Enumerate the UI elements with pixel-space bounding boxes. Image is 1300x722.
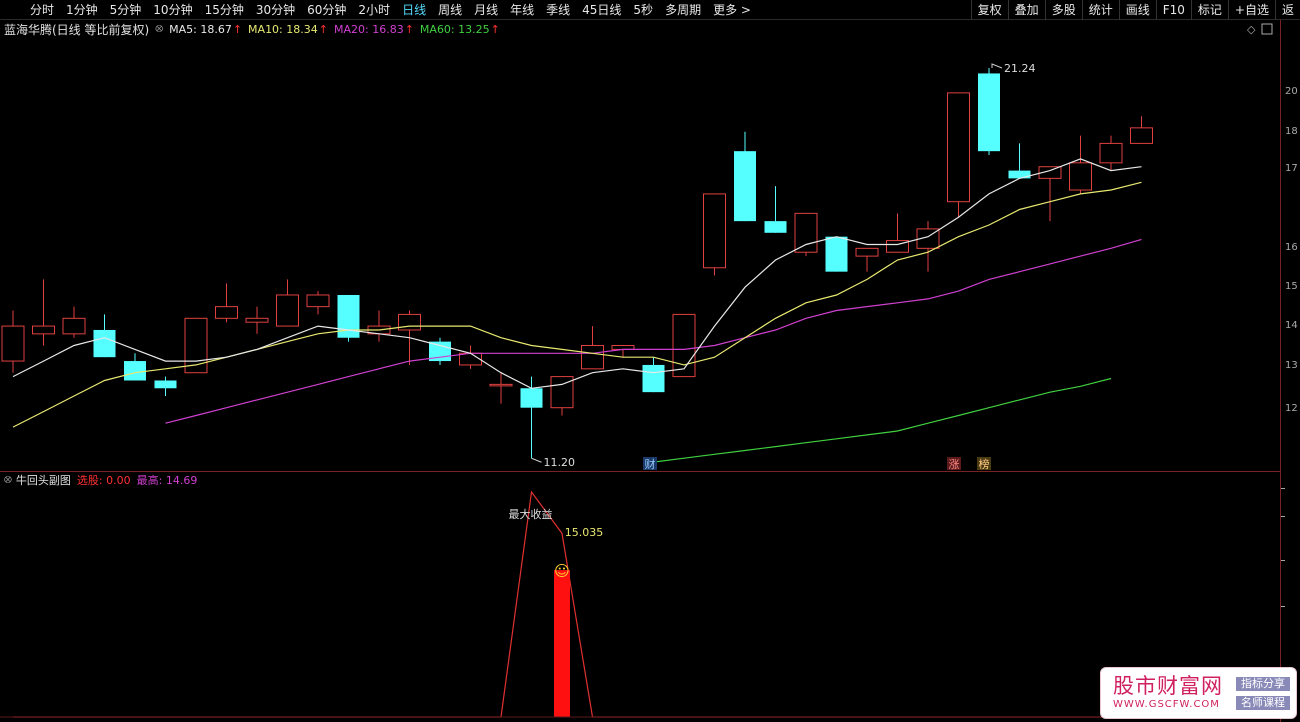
candle-body bbox=[154, 380, 177, 389]
toolbar-button[interactable]: 返 bbox=[1274, 0, 1300, 20]
candle-body bbox=[1130, 127, 1153, 144]
period-tab[interactable]: 10分钟 bbox=[147, 0, 198, 20]
candle-body bbox=[93, 329, 116, 358]
period-tab[interactable]: 季线 bbox=[540, 0, 576, 20]
candle-body bbox=[1069, 162, 1092, 191]
axis-tick-label: 14 bbox=[1285, 320, 1298, 331]
event-marker[interactable]: 财 bbox=[645, 457, 656, 471]
watermark-tag-courses: 名师课程 bbox=[1236, 696, 1290, 710]
toolbar-button[interactable]: 复权 bbox=[970, 0, 1008, 20]
period-tab[interactable]: 年线 bbox=[504, 0, 540, 20]
axis-tick-label: 13 bbox=[1285, 360, 1298, 371]
signal-bar bbox=[554, 570, 570, 717]
period-tab[interactable]: 60分钟 bbox=[301, 0, 352, 20]
toolbar-button[interactable]: +自选 bbox=[1227, 0, 1275, 20]
candle-body bbox=[703, 193, 726, 269]
trading-app-window: 分时 1分钟 5分钟 10分钟 15分钟 30分钟 60分钟 2小时 日线 周线 月线 年线 季线 45日… bbox=[0, 0, 1300, 722]
period-tab[interactable]: 2小时 bbox=[352, 0, 396, 20]
axis-tick-label: 18 bbox=[1285, 126, 1298, 137]
price-axis[interactable]: 20 18 17 16 15 14 13 12 bbox=[1280, 20, 1300, 722]
candle-body bbox=[520, 388, 543, 408]
candle-body bbox=[215, 306, 238, 319]
toolbar-button[interactable]: 标记 bbox=[1190, 0, 1228, 20]
toolbar-button[interactable]: 多股 bbox=[1044, 0, 1082, 20]
ma60-line bbox=[653, 377, 1112, 463]
high-pointer bbox=[991, 63, 1003, 69]
smiley-icon: ☺ bbox=[554, 562, 570, 580]
ma10-line bbox=[12, 181, 1142, 428]
candle-body bbox=[1099, 142, 1123, 164]
candle-body bbox=[642, 364, 665, 393]
candlestick-chart[interactable]: 21.24 11.20 财 涨 榜 ◇ bbox=[0, 20, 1280, 471]
top-toolbar: 分时 1分钟 5分钟 10分钟 15分钟 30分钟 60分钟 2小时 日线 周线 月线 年线 季线 45日… bbox=[0, 0, 1300, 20]
window-icon bbox=[1261, 23, 1273, 35]
candle-body bbox=[276, 294, 299, 327]
axis-tick-mark bbox=[1281, 606, 1285, 607]
candle-body bbox=[947, 92, 970, 203]
candle-body bbox=[62, 317, 86, 335]
period-tabs: 分时 1分钟 5分钟 10分钟 15分钟 30分钟 60分钟 2小时 日线 周线 月线 年线 季线 45日… bbox=[0, 0, 757, 20]
event-marker[interactable]: 榜 bbox=[979, 457, 990, 471]
toolbar-button[interactable]: F10 bbox=[1155, 0, 1191, 20]
axis-tick-mark bbox=[1281, 516, 1285, 517]
toolbar-button[interactable]: 叠加 bbox=[1007, 0, 1045, 20]
period-tab[interactable]: 分时 bbox=[24, 0, 60, 20]
max-gain-value: 15.035 bbox=[565, 526, 604, 539]
watermark-name: 股市财富网 bbox=[1113, 674, 1223, 698]
period-tab[interactable]: 月线 bbox=[468, 0, 504, 20]
period-tab[interactable]: 多周期 bbox=[659, 0, 707, 20]
candle-body bbox=[794, 212, 818, 253]
period-tab[interactable]: 45日线 bbox=[576, 0, 627, 20]
axis-tick-label: 12 bbox=[1285, 403, 1298, 414]
candle-body bbox=[855, 247, 879, 257]
toolbar-button[interactable]: 统计 bbox=[1081, 0, 1119, 20]
period-tab[interactable]: 日线 bbox=[396, 0, 432, 20]
candle-body bbox=[1, 325, 25, 362]
diamond-icon: ◇ bbox=[1247, 23, 1256, 36]
candle-body bbox=[245, 317, 269, 323]
period-tab[interactable]: 5秒 bbox=[627, 0, 659, 20]
period-tab[interactable]: 1分钟 bbox=[60, 0, 104, 20]
axis-tick-label: 17 bbox=[1285, 163, 1298, 174]
candle-body bbox=[1008, 170, 1031, 179]
high-price-label: 21.24 bbox=[1004, 62, 1036, 75]
period-tab[interactable]: 5分钟 bbox=[104, 0, 148, 20]
candle-body bbox=[672, 313, 696, 378]
candle-body bbox=[978, 73, 1000, 152]
period-tab[interactable]: 更多 > bbox=[707, 0, 757, 20]
axis-tick-mark bbox=[1281, 488, 1285, 489]
axis-tick-label: 16 bbox=[1285, 242, 1298, 253]
sub-indicator-chart[interactable]: 最大收益 15.035 ☺ bbox=[0, 472, 1280, 722]
candle-body bbox=[734, 151, 756, 222]
axis-tick-label: 15 bbox=[1285, 281, 1298, 292]
watermark-tag-indicators: 指标分享 bbox=[1236, 677, 1290, 691]
toolbar-button[interactable]: 画线 bbox=[1118, 0, 1156, 20]
candle-body bbox=[489, 383, 513, 387]
candle-body bbox=[764, 221, 787, 233]
period-tab[interactable]: 周线 bbox=[432, 0, 468, 20]
candle-body bbox=[124, 361, 146, 381]
ma20-line bbox=[165, 238, 1142, 424]
low-price-label: 11.20 bbox=[544, 456, 576, 469]
candle-body bbox=[306, 294, 330, 308]
max-gain-title: 最大收益 bbox=[509, 507, 553, 521]
period-tab[interactable]: 30分钟 bbox=[250, 0, 301, 20]
axis-tick-label: 20 bbox=[1285, 86, 1298, 97]
candle-body bbox=[581, 345, 604, 370]
site-watermark: 股市财富网 WWW.GSCFW.COM 指标分享 名师课程 bbox=[1100, 667, 1297, 719]
candle-body bbox=[825, 236, 848, 272]
low-pointer bbox=[531, 457, 542, 463]
candle-body bbox=[32, 325, 55, 335]
watermark-url: WWW.GSCFW.COM bbox=[1113, 699, 1220, 710]
event-marker[interactable]: 涨 bbox=[949, 458, 960, 471]
candle-body bbox=[459, 352, 482, 366]
axis-tick-mark bbox=[1281, 560, 1285, 561]
tool-buttons: 复权 叠加 多股 统计 画线 F10 标记 +自选返 bbox=[970, 0, 1300, 20]
period-tab[interactable]: 15分钟 bbox=[199, 0, 250, 20]
